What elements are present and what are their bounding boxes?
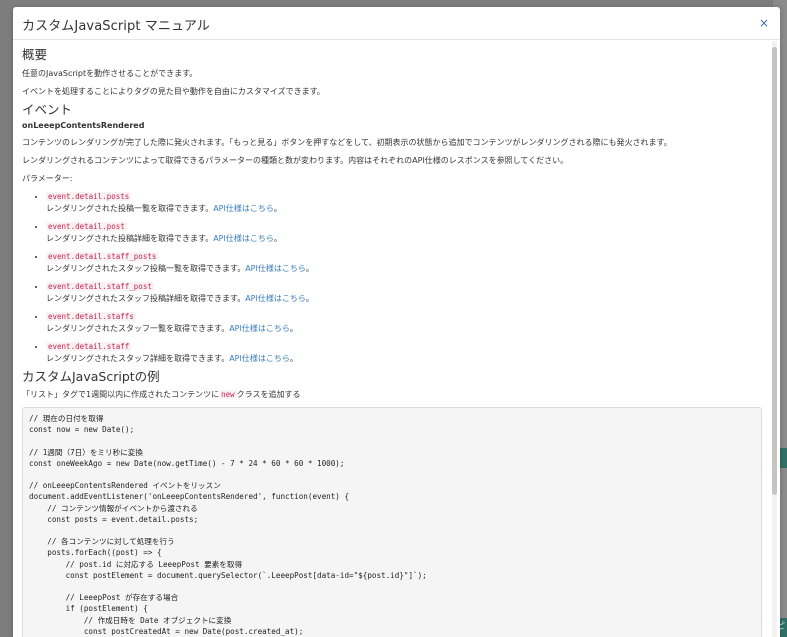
api-spec-link[interactable]: API仕様はこちら — [229, 324, 290, 333]
param-item: event.detail.staff_post レンダリングされたスタッフ投稿詳… — [46, 281, 770, 305]
param-desc: レンダリングされたスタッフ投稿一覧を取得できます。 — [46, 264, 246, 273]
api-spec-link[interactable]: API仕様はこちら — [213, 204, 274, 213]
params-list: event.detail.posts レンダリングされた投稿一覧を取得できます。… — [22, 191, 770, 365]
manual-modal: カスタムJavaScript マニュアル × 概要 任意のJavaScriptを… — [13, 7, 780, 637]
example-desc-text: 「リスト」タグで1週間以内に作成されたコンテンツに — [22, 390, 220, 399]
event-text-1: コンテンツのレンダリングが完了した際に発火されます。「もっと見る」ボタンを押すな… — [22, 138, 672, 147]
param-code: event.detail.staffs — [46, 312, 136, 321]
code-block[interactable]: // 現在の日付を取得 const now = new Date(); // 1… — [22, 407, 762, 637]
example-desc-text-end: クラスを追加する — [236, 390, 301, 399]
new-class-code: new — [219, 390, 237, 399]
background-accent — [779, 448, 787, 468]
param-item: event.detail.post レンダリングされた投稿詳細を取得できます。A… — [46, 221, 770, 245]
example-heading: カスタムJavaScriptの例 — [22, 369, 160, 384]
param-suffix: 。 — [273, 204, 282, 213]
param-item: event.detail.posts レンダリングされた投稿一覧を取得できます。… — [46, 191, 770, 215]
param-suffix: 。 — [289, 324, 298, 333]
event-text-2: レンダリングされるコンテンツによって取得できるパラメーターの種類と数が変わります… — [22, 156, 569, 165]
param-item: event.detail.staff レンダリングされたスタッフ詳細を取得できま… — [46, 341, 770, 365]
param-code: event.detail.post — [46, 222, 127, 231]
param-suffix: 。 — [305, 294, 314, 303]
event-heading: イベント — [22, 102, 73, 117]
overview-heading: 概要 — [22, 47, 48, 62]
param-desc: レンダリングされたスタッフ一覧を取得できます。 — [46, 324, 230, 333]
param-code: event.detail.staff_post — [46, 282, 154, 291]
api-spec-link[interactable]: API仕様はこちら — [245, 294, 306, 303]
param-item: event.detail.staffs レンダリングされたスタッフ一覧を取得でき… — [46, 311, 770, 335]
param-item: event.detail.staff_posts レンダリングされたスタッフ投稿… — [46, 251, 770, 275]
scrollbar-thumb[interactable] — [772, 47, 777, 495]
param-suffix: 。 — [289, 354, 298, 363]
close-icon[interactable]: × — [757, 16, 771, 30]
api-spec-link[interactable]: API仕様はこちら — [245, 264, 306, 273]
param-code: event.detail.staff_posts — [46, 252, 159, 261]
api-spec-link[interactable]: API仕様はこちら — [213, 234, 274, 243]
modal-title: カスタムJavaScript マニュアル — [22, 19, 210, 34]
modal-body: 概要 任意のJavaScriptを動作させることができます。 イベントを処理する… — [13, 41, 770, 637]
param-code: event.detail.staff — [46, 342, 132, 351]
param-suffix: 。 — [305, 264, 314, 273]
params-label: パラメーター: — [22, 174, 73, 183]
param-desc: レンダリングされたスタッフ詳細を取得できます。 — [46, 354, 230, 363]
param-desc: レンダリングされたスタッフ投稿詳細を取得できます。 — [46, 294, 246, 303]
api-spec-link[interactable]: API仕様はこちら — [229, 354, 290, 363]
modal-scrollbar[interactable] — [772, 41, 777, 637]
event-name: onLeeepContentsRendered — [22, 121, 145, 130]
overview-text-2: イベントを処理することによりタグの見た目や動作を自由にカスタマイズできます。 — [22, 87, 325, 96]
param-code: event.detail.posts — [46, 192, 132, 201]
example-description: 「リスト」タグで1週間以内に作成されたコンテンツに new クラスを追加する — [22, 389, 770, 401]
param-desc: レンダリングされた投稿一覧を取得できます。 — [46, 204, 214, 213]
param-desc: レンダリングされた投稿詳細を取得できます。 — [46, 234, 214, 243]
modal-header: カスタムJavaScript マニュアル × — [13, 7, 780, 40]
param-suffix: 。 — [273, 234, 282, 243]
overview-text-1: 任意のJavaScriptを動作させることができます。 — [22, 69, 198, 78]
